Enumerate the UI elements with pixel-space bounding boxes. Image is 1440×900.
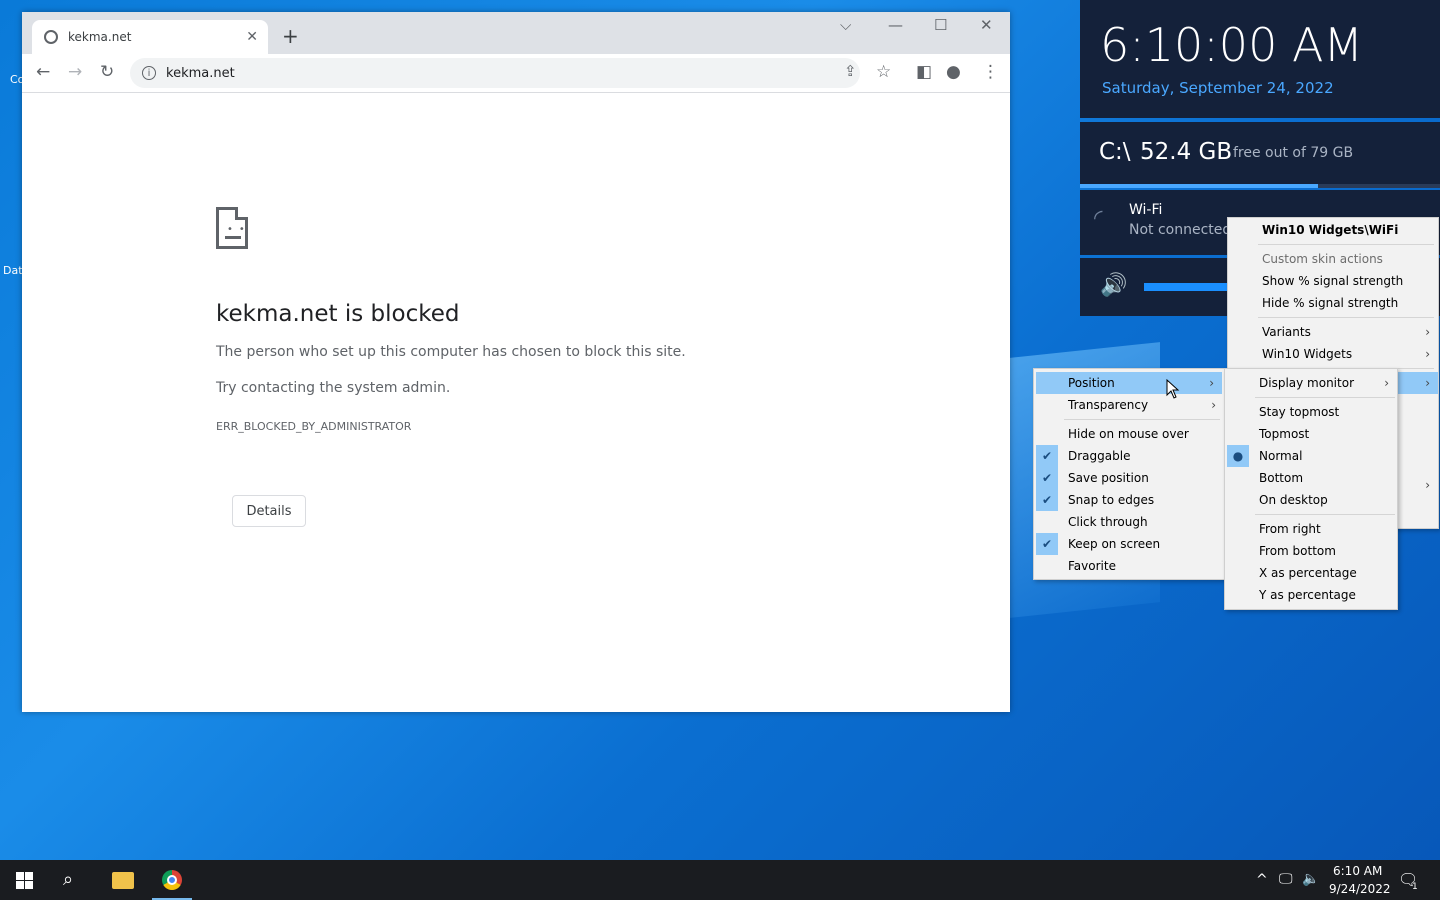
windows-start-icon[interactable] — [16, 872, 33, 889]
contact-admin-text: Try contacting the system admin. — [216, 380, 451, 396]
taskbar: ⌕ ^ 🖵 🔈 6:10 AM 9/24/2022 🗨 1 — [0, 860, 1440, 900]
x-as-percentage-item[interactable]: X as percentage — [1225, 562, 1397, 584]
display-monitor-item[interactable]: Display monitor › — [1225, 372, 1397, 394]
favorite-item[interactable]: Favorite — [1034, 555, 1224, 577]
notification-count: 1 — [1412, 882, 1418, 892]
taskbar-time[interactable]: 6:10 AM — [1333, 864, 1382, 878]
checkmark-icon: ✔ — [1036, 445, 1058, 467]
close-window-button[interactable]: ✕ — [980, 16, 993, 34]
tab-strip: kekma.net ✕ + ⌵ — ☐ ✕ — [22, 12, 1010, 54]
wifi-name: Wi-Fi — [1129, 202, 1163, 218]
page-title: kekma.net is blocked — [216, 301, 460, 327]
desktop-icon-label[interactable]: Dat — [3, 264, 23, 277]
browser-toolbar: ← → ↻ i kekma.net ⇪ ☆ ◧ ● ⋮ — [22, 54, 1010, 93]
browser-tab[interactable]: kekma.net ✕ — [32, 20, 268, 54]
hide-signal-item[interactable]: Hide % signal strength — [1228, 292, 1438, 314]
maximize-button[interactable]: ☐ — [934, 16, 947, 34]
details-button[interactable]: Details — [232, 495, 306, 527]
drive-label: C:\ — [1099, 139, 1131, 165]
y-as-percentage-item[interactable]: Y as percentage — [1225, 584, 1397, 606]
tab-title: kekma.net — [68, 30, 132, 44]
variants-item[interactable]: Variants › — [1228, 321, 1438, 343]
chrome-icon[interactable] — [162, 870, 182, 890]
menu-title: Win10 Widgets\WiFi — [1262, 223, 1399, 237]
file-explorer-icon[interactable] — [112, 872, 134, 889]
close-tab-icon[interactable]: ✕ — [246, 29, 258, 45]
from-bottom-item[interactable]: From bottom — [1225, 540, 1397, 562]
snap-to-edges-item[interactable]: ✔ Snap to edges — [1034, 489, 1224, 511]
wifi-status: Not connected — [1129, 222, 1232, 238]
hide-on-mouse-over-item[interactable]: Hide on mouse over — [1034, 423, 1224, 445]
radio-dot-icon: ● — [1227, 445, 1249, 467]
drive-widget[interactable]: C:\ 52.4 GB free out of 79 GB — [1080, 122, 1440, 188]
address-bar[interactable]: i kekma.net — [130, 58, 860, 88]
blocked-page: •• kekma.net is blocked The person who s… — [216, 207, 686, 433]
share-icon[interactable]: ⇪ — [844, 62, 857, 80]
position-item[interactable]: Position › — [1036, 372, 1222, 394]
back-icon[interactable]: ← — [36, 62, 50, 82]
draggable-item[interactable]: ✔ Draggable — [1034, 445, 1224, 467]
keep-on-screen-item[interactable]: ✔ Keep on screen — [1034, 533, 1224, 555]
volume-tray-icon[interactable]: 🔈 — [1302, 871, 1319, 887]
bookmark-star-icon[interactable]: ☆ — [876, 62, 891, 82]
menu-dots-icon[interactable]: ⋮ — [982, 62, 999, 82]
mouse-cursor-icon — [1166, 379, 1180, 399]
globe-icon — [44, 30, 58, 44]
info-icon[interactable]: i — [142, 66, 156, 80]
network-icon[interactable]: 🖵 — [1279, 871, 1293, 887]
clock-date: Saturday, September 24, 2022 — [1102, 79, 1334, 97]
position-menu: Display monitor › Stay topmost Topmost ● N… — [1224, 368, 1398, 610]
drive-usage-bar — [1080, 184, 1440, 188]
transparency-item[interactable]: Transparency › — [1034, 394, 1224, 416]
bottom-item[interactable]: Bottom — [1225, 467, 1397, 489]
tab-search-icon[interactable]: ⌵ — [840, 16, 851, 34]
block-explanation: The person who set up this computer has … — [216, 344, 686, 360]
show-signal-item[interactable]: Show % signal strength — [1228, 270, 1438, 292]
clock-widget[interactable]: 6:10:00 AM Saturday, September 24, 2022 — [1080, 0, 1440, 118]
show-hidden-icons[interactable]: ^ — [1256, 872, 1268, 888]
click-through-item[interactable]: Click through — [1034, 511, 1224, 533]
wifi-icon: ◜ — [1094, 206, 1103, 231]
on-desktop-item[interactable]: On desktop — [1225, 489, 1397, 511]
profile-icon[interactable]: ● — [946, 62, 961, 82]
save-position-item[interactable]: ✔ Save position — [1034, 467, 1224, 489]
drive-total-text: free out of 79 GB — [1233, 145, 1354, 161]
reload-icon[interactable]: ↻ — [100, 62, 114, 82]
new-tab-button[interactable]: + — [282, 24, 299, 48]
drive-usage-fill — [1080, 184, 1318, 188]
checkmark-icon: ✔ — [1036, 533, 1058, 555]
side-panel-icon[interactable]: ◧ — [916, 62, 932, 82]
speaker-icon: 🔊 — [1100, 273, 1128, 298]
from-right-item[interactable]: From right — [1225, 518, 1397, 540]
settings-menu: Position › Transparency › Hide on mouse ov… — [1033, 368, 1225, 580]
checkmark-icon: ✔ — [1036, 489, 1058, 511]
minimize-button[interactable]: — — [888, 16, 903, 34]
custom-skin-actions-header: Custom skin actions — [1262, 252, 1383, 266]
sad-document-icon: •• — [216, 207, 248, 249]
stay-topmost-item[interactable]: Stay topmost — [1225, 401, 1397, 423]
volume-fill — [1144, 283, 1228, 291]
drive-free-size: 52.4 GB — [1140, 139, 1233, 165]
browser-window: kekma.net ✕ + ⌵ — ☐ ✕ ← → ↻ i kekma.net … — [22, 12, 1010, 712]
win10-widgets-item[interactable]: Win10 Widgets › — [1228, 343, 1438, 365]
taskbar-date[interactable]: 9/24/2022 — [1329, 882, 1391, 896]
search-icon[interactable]: ⌕ — [63, 869, 73, 890]
normal-item[interactable]: ● Normal — [1225, 445, 1397, 467]
url-text: kekma.net — [166, 65, 235, 81]
checkmark-icon: ✔ — [1036, 467, 1058, 489]
forward-icon[interactable]: → — [68, 62, 82, 82]
error-code: ERR_BLOCKED_BY_ADMINISTRATOR — [216, 420, 412, 433]
clock-time: 6:10:00 AM — [1100, 18, 1364, 72]
topmost-item[interactable]: Topmost — [1225, 423, 1397, 445]
